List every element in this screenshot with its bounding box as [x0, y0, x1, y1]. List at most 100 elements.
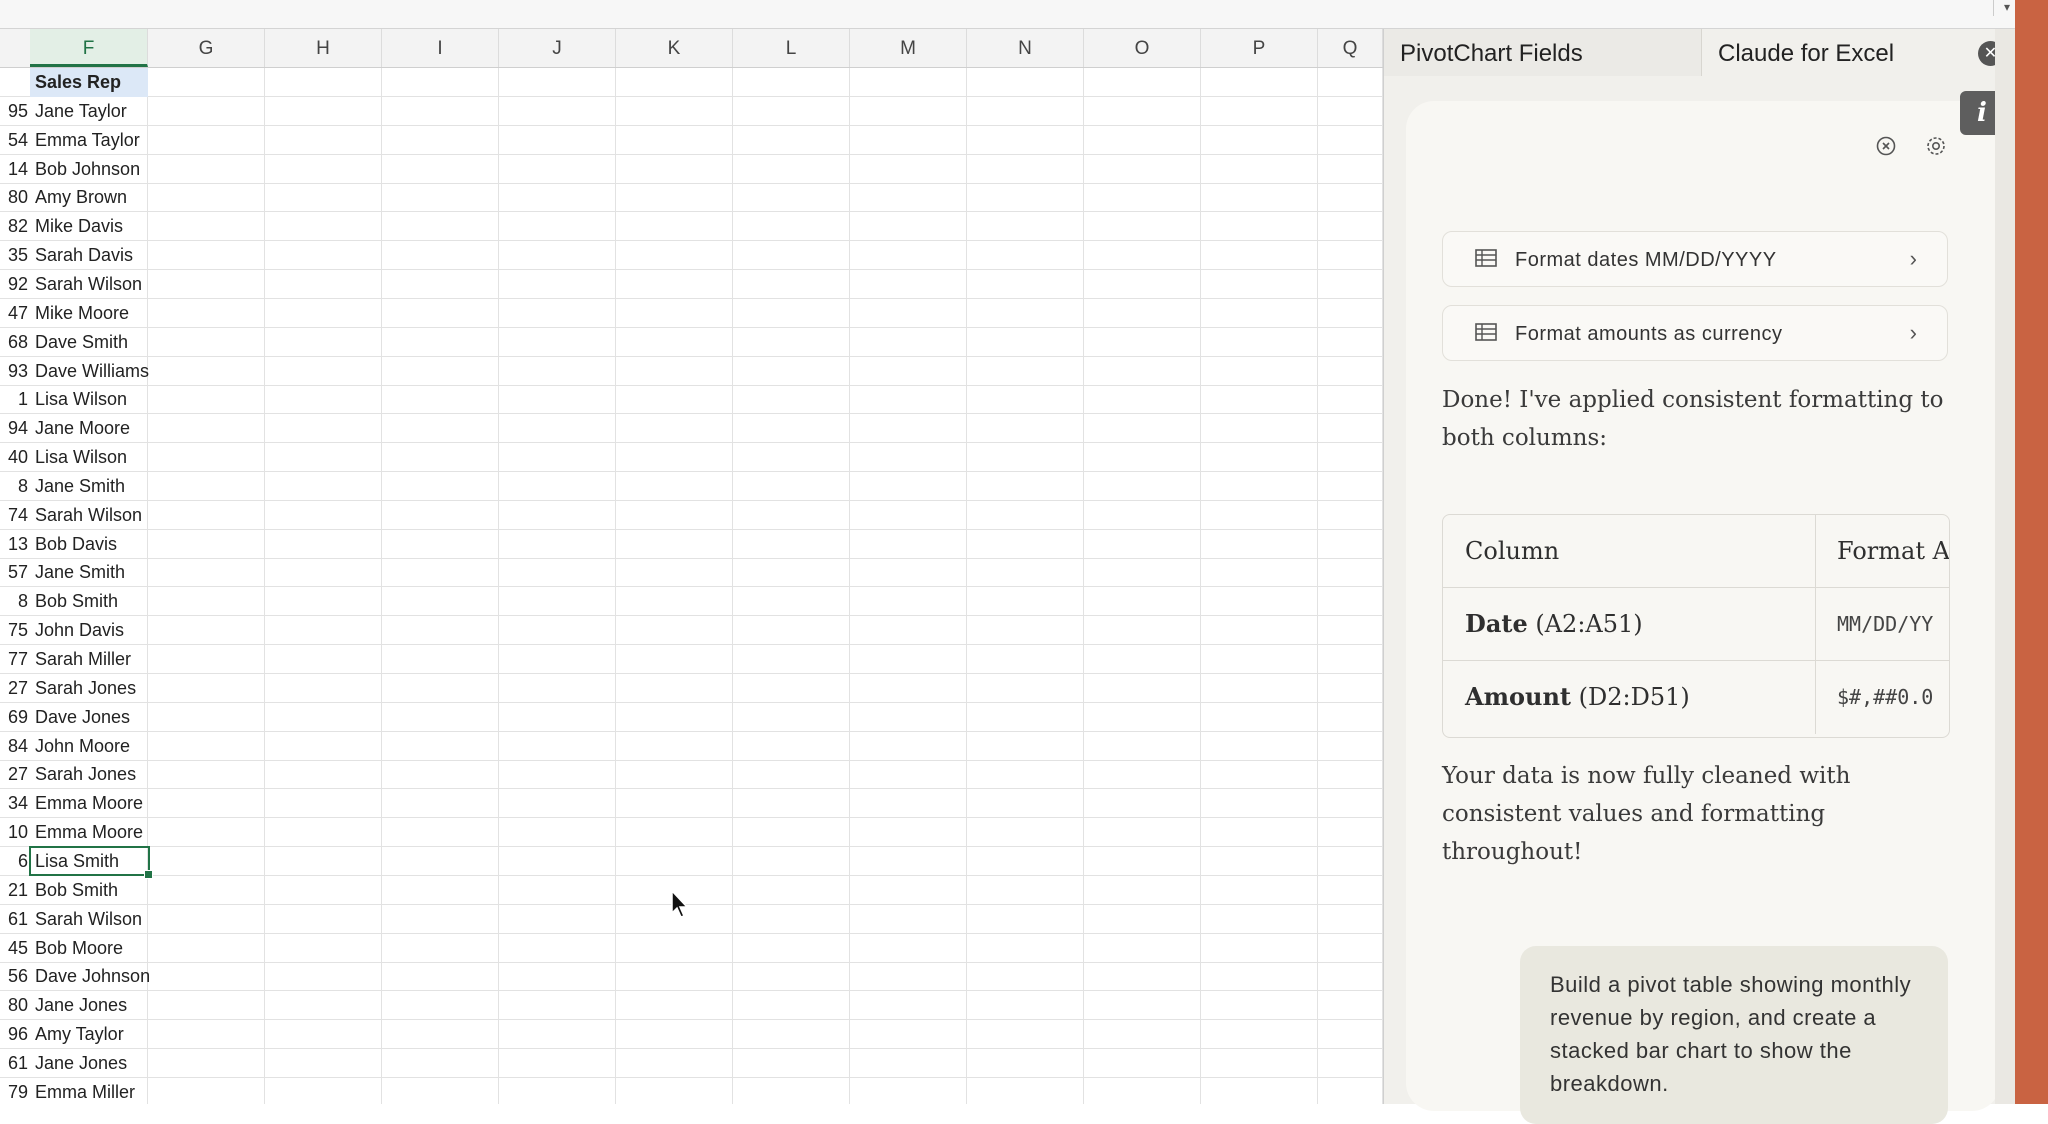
sales-rep-cell[interactable]: Bob Smith	[30, 587, 148, 616]
suggestion-format-dates[interactable]: Format dates MM/DD/YYYY ›	[1442, 231, 1948, 287]
id-cell[interactable]: 54	[0, 126, 28, 155]
table-row: 77 Sarah Miller	[0, 645, 1383, 674]
id-cell[interactable]: 40	[0, 443, 28, 472]
sales-rep-cell[interactable]: Sarah Wilson	[30, 905, 148, 934]
column-header-m[interactable]: M	[850, 29, 967, 67]
column-header-q[interactable]: Q	[1318, 29, 1383, 67]
id-cell[interactable]: 77	[0, 645, 28, 674]
sales-rep-cell[interactable]: Dave Williams	[30, 357, 149, 386]
table-row: 80 Amy Brown	[0, 183, 1383, 212]
sales-rep-cell[interactable]: Jane Jones	[30, 1049, 148, 1078]
sales-rep-cell[interactable]: Bob Smith	[30, 876, 148, 905]
sales-rep-cell[interactable]: Dave Johnson	[30, 962, 150, 991]
column-header-i[interactable]: I	[382, 29, 499, 67]
spreadsheet-grid[interactable]: FGHIJKLMNOPQ Sales Rep 95 Jane Taylor 54 Emm…	[0, 29, 1383, 1104]
sales-rep-cell[interactable]: John Davis	[30, 616, 148, 645]
settings-icon[interactable]	[1924, 135, 1948, 159]
sales-rep-cell[interactable]: Emma Moore	[30, 789, 148, 818]
suggestion-format-currency[interactable]: Format amounts as currency ›	[1442, 305, 1948, 361]
id-cell[interactable]: 45	[0, 934, 28, 963]
column-header-k[interactable]: K	[616, 29, 733, 67]
id-cell[interactable]: 69	[0, 703, 28, 732]
mouse-cursor-icon	[671, 889, 689, 918]
id-cell[interactable]: 94	[0, 414, 28, 443]
id-cell[interactable]: 84	[0, 732, 28, 761]
id-cell[interactable]: 6	[0, 847, 28, 876]
id-cell[interactable]: 79	[0, 1078, 28, 1104]
sales-rep-cell[interactable]: Sarah Miller	[30, 645, 148, 674]
id-cell[interactable]: 57	[0, 558, 28, 587]
id-cell[interactable]: 82	[0, 212, 28, 241]
sales-rep-cell[interactable]: Jane Jones	[30, 991, 148, 1020]
table-cell-format: MM/DD/YY	[1837, 612, 1934, 636]
column-header-f[interactable]: F	[30, 29, 148, 67]
table-row: 57 Jane Smith	[0, 558, 1383, 587]
sales-rep-cell[interactable]: Jane Smith	[30, 558, 148, 587]
sales-rep-cell[interactable]: Jane Taylor	[30, 97, 148, 126]
sales-rep-cell[interactable]: Mike Davis	[30, 212, 148, 241]
id-cell[interactable]: 68	[0, 328, 28, 357]
table-row: 94 Jane Moore	[0, 414, 1383, 443]
table-row: 8 Bob Smith	[0, 587, 1383, 616]
column-header-p[interactable]: P	[1201, 29, 1318, 67]
table-row: 56 Dave Johnson	[0, 962, 1383, 991]
id-cell[interactable]: 92	[0, 270, 28, 299]
sales-rep-cell[interactable]: Lisa Wilson	[30, 443, 148, 472]
id-cell[interactable]: 1	[0, 385, 28, 414]
sales-rep-cell[interactable]: Bob Johnson	[30, 155, 148, 184]
sales-rep-cell[interactable]: Emma Miller	[30, 1078, 148, 1104]
id-cell[interactable]: 74	[0, 501, 28, 530]
column-header-n[interactable]: N	[967, 29, 1084, 67]
table-row: 10 Emma Moore	[0, 818, 1383, 847]
id-cell[interactable]: 61	[0, 1049, 28, 1078]
column-header-o[interactable]: O	[1084, 29, 1201, 67]
tab-pivotchart-fields[interactable]: PivotChart Fields	[1384, 29, 1702, 76]
id-cell[interactable]: 8	[0, 587, 28, 616]
sales-rep-cell[interactable]: Amy Brown	[30, 183, 148, 212]
table-row: 74 Sarah Wilson	[0, 501, 1383, 530]
id-cell[interactable]: 10	[0, 818, 28, 847]
sales-rep-cell[interactable]: Emma Taylor	[30, 126, 148, 155]
id-cell[interactable]: 93	[0, 357, 28, 386]
id-cell[interactable]: 56	[0, 962, 28, 991]
id-cell[interactable]: 35	[0, 241, 28, 270]
sales-rep-cell[interactable]: Emma Moore	[30, 818, 148, 847]
column-header-g[interactable]: G	[148, 29, 265, 67]
sales-rep-cell[interactable]: Mike Moore	[30, 299, 148, 328]
sales-rep-cell[interactable]: Bob Davis	[30, 530, 148, 559]
id-cell[interactable]: 75	[0, 616, 28, 645]
sales-rep-cell[interactable]: Jane Smith	[30, 472, 148, 501]
sales-rep-cell[interactable]: Sarah Jones	[30, 760, 148, 789]
id-cell[interactable]: 95	[0, 97, 28, 126]
id-cell[interactable]: 80	[0, 183, 28, 212]
pane-scrollbar[interactable]	[1995, 29, 2015, 1104]
column-title-cell[interactable]: Sales Rep	[30, 68, 148, 97]
id-cell[interactable]: 47	[0, 299, 28, 328]
sales-rep-cell[interactable]: Dave Smith	[30, 328, 148, 357]
sales-rep-cell[interactable]: Bob Moore	[30, 934, 148, 963]
sales-rep-cell[interactable]: Sarah Wilson	[30, 501, 148, 530]
id-cell[interactable]: 61	[0, 905, 28, 934]
sales-rep-cell[interactable]: Dave Jones	[30, 703, 148, 732]
id-cell[interactable]: 13	[0, 530, 28, 559]
sales-rep-cell[interactable]: Sarah Jones	[30, 674, 148, 703]
id-cell[interactable]: 80	[0, 991, 28, 1020]
sales-rep-cell[interactable]: Sarah Wilson	[30, 270, 148, 299]
history-icon[interactable]	[1874, 135, 1898, 159]
id-cell[interactable]: 8	[0, 472, 28, 501]
sales-rep-cell[interactable]: Jane Moore	[30, 414, 148, 443]
id-cell[interactable]: 27	[0, 674, 28, 703]
column-header-j[interactable]: J	[499, 29, 616, 67]
sales-rep-cell[interactable]: Amy Taylor	[30, 1020, 148, 1049]
id-cell[interactable]: 21	[0, 876, 28, 905]
id-cell[interactable]: 14	[0, 155, 28, 184]
sales-rep-cell[interactable]: John Moore	[30, 732, 148, 761]
column-header-h[interactable]: H	[265, 29, 382, 67]
column-header-l[interactable]: L	[733, 29, 850, 67]
id-cell[interactable]: 34	[0, 789, 28, 818]
id-cell[interactable]: 27	[0, 760, 28, 789]
sales-rep-cell[interactable]: Lisa Wilson	[30, 385, 148, 414]
tab-claude-for-excel[interactable]: Claude for Excel	[1702, 29, 1932, 76]
sales-rep-cell[interactable]: Sarah Davis	[30, 241, 148, 270]
id-cell[interactable]: 96	[0, 1020, 28, 1049]
